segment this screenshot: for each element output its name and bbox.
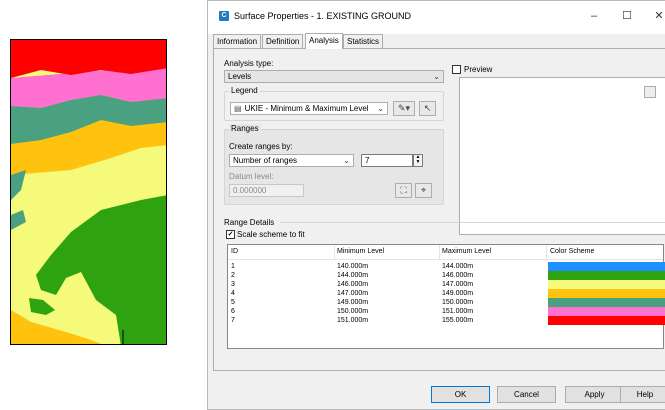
color-swatch[interactable] [548, 271, 665, 280]
window-title: Surface Properties - 1. EXISTING GROUND [234, 11, 412, 21]
cell-id: 6 [231, 308, 235, 315]
table-row[interactable]: 6 150.000m 151.000m [228, 307, 665, 316]
header-id: ID [231, 248, 238, 255]
app-icon: C [219, 11, 229, 21]
color-swatch[interactable] [548, 298, 665, 307]
cell-max: 146.000m [442, 272, 474, 279]
header-min: Minimum Level [337, 248, 385, 255]
scale-scheme-checkbox[interactable]: ✓ [226, 230, 235, 239]
surface-properties-dialog: C Surface Properties - 1. EXISTING GROUN… [207, 0, 665, 410]
datum-level-label: Datum level: [229, 172, 274, 181]
range-count-spinner[interactable]: ▲ ▼ [413, 154, 423, 167]
cell-max: 144.000m [442, 263, 474, 270]
table-header: ID Minimum Level Maximum Level Color Sch… [228, 245, 663, 260]
table-row[interactable]: 3 146.000m 147.000m [228, 280, 665, 289]
column-divider [334, 245, 335, 259]
cell-id: 4 [231, 290, 235, 297]
header-scheme: Color Scheme [550, 248, 595, 255]
analysis-type-label: Analysis type: [224, 59, 274, 68]
range-count-input[interactable]: 7 [361, 154, 413, 167]
apply-button[interactable]: Apply [565, 386, 624, 403]
tab-definition[interactable]: Definition [262, 34, 304, 48]
chevron-down-icon: ⌄ [377, 104, 384, 113]
color-swatch[interactable] [548, 280, 665, 289]
tab-statistics[interactable]: Statistics [343, 34, 384, 48]
color-swatch[interactable] [548, 289, 665, 298]
close-button[interactable]: ✕ [648, 7, 665, 25]
cell-min: 146.000m [337, 281, 369, 288]
legend-select[interactable]: ▤ UKIE - Minimum & Maximum Level ⌄ [230, 102, 388, 115]
cell-min: 151.000m [337, 317, 369, 324]
table-row[interactable]: 4 147.000m 149.000m [228, 289, 665, 298]
range-details-table: ID Minimum Level Maximum Level Color Sch… [227, 244, 665, 349]
table-row[interactable]: 1 140.000m 144.000m [228, 262, 665, 271]
cell-max: 147.000m [442, 281, 474, 288]
create-ranges-select[interactable]: Number of ranges ⌄ [229, 154, 354, 167]
chevron-down-icon: ⌄ [433, 72, 440, 81]
analysis-type-select[interactable]: Levels ⌄ [224, 70, 444, 83]
create-ranges-value: Number of ranges [233, 156, 298, 165]
cell-min: 140.000m [337, 263, 369, 270]
legend-group-title: Legend [229, 86, 260, 95]
cell-max: 150.000m [442, 299, 474, 306]
cell-min: 144.000m [337, 272, 369, 279]
column-divider [546, 245, 547, 259]
preview-square [644, 86, 656, 98]
ok-button[interactable]: OK [431, 386, 490, 403]
match-icon[interactable]: ⌖ [415, 183, 432, 198]
color-swatch[interactable] [548, 307, 665, 316]
range-details-label: Range Details [224, 218, 275, 227]
help-button[interactable]: Help [620, 386, 665, 403]
cell-min: 150.000m [337, 308, 369, 315]
ranges-group: Ranges Create ranges by: Number of range… [224, 124, 444, 205]
color-swatch[interactable] [548, 262, 665, 271]
chevron-down-icon: ⌄ [343, 156, 350, 165]
cell-min: 147.000m [337, 290, 369, 297]
preview-label: Preview [464, 65, 493, 74]
cell-id: 1 [231, 263, 235, 270]
legend-value: UKIE - Minimum & Maximum Level [244, 104, 369, 113]
cell-id: 7 [231, 317, 235, 324]
column-divider [439, 245, 440, 259]
datum-level-input[interactable]: 0.000000 [229, 184, 304, 197]
ranges-group-title: Ranges [229, 124, 261, 133]
range-details-divider [280, 222, 665, 223]
style-list-icon: ▤ [234, 104, 242, 113]
cell-id: 5 [231, 299, 235, 306]
surface-map [10, 39, 167, 345]
pick-style-icon[interactable]: ↖ [419, 101, 436, 116]
create-ranges-label: Create ranges by: [229, 142, 293, 151]
color-swatch[interactable] [548, 316, 665, 325]
preview-area [459, 77, 665, 235]
cell-max: 155.000m [442, 317, 474, 324]
preview-checkbox[interactable] [452, 65, 461, 74]
maximize-button[interactable]: ☐ [616, 7, 638, 25]
tab-information[interactable]: Information [213, 34, 262, 48]
cell-id: 2 [231, 272, 235, 279]
edit-style-icon[interactable]: ✎▾ [393, 101, 415, 116]
cell-max: 149.000m [442, 290, 474, 297]
scale-scheme-label: Scale scheme to fit [237, 230, 305, 239]
analysis-panel: Analysis type: Levels ⌄ Preview Legend ▤… [213, 48, 665, 371]
minimize-button[interactable]: – [583, 7, 605, 25]
table-row[interactable]: 7 151.000m 155.000m [228, 316, 665, 325]
header-max: Maximum Level [442, 248, 492, 255]
cell-id: 3 [231, 281, 235, 288]
legend-group: Legend ▤ UKIE - Minimum & Maximum Level ⌄… [224, 86, 444, 121]
title-bar: C Surface Properties - 1. EXISTING GROUN… [208, 1, 665, 34]
cell-max: 151.000m [442, 308, 474, 315]
table-row[interactable]: 2 144.000m 146.000m [228, 271, 665, 280]
tab-analysis[interactable]: Analysis [305, 33, 343, 49]
table-row[interactable]: 5 149.000m 150.000m [228, 298, 665, 307]
cancel-button[interactable]: Cancel [497, 386, 556, 403]
pick-datum-icon[interactable]: ⛶ [395, 183, 412, 198]
cell-min: 149.000m [337, 299, 369, 306]
analysis-type-value: Levels [228, 72, 252, 81]
